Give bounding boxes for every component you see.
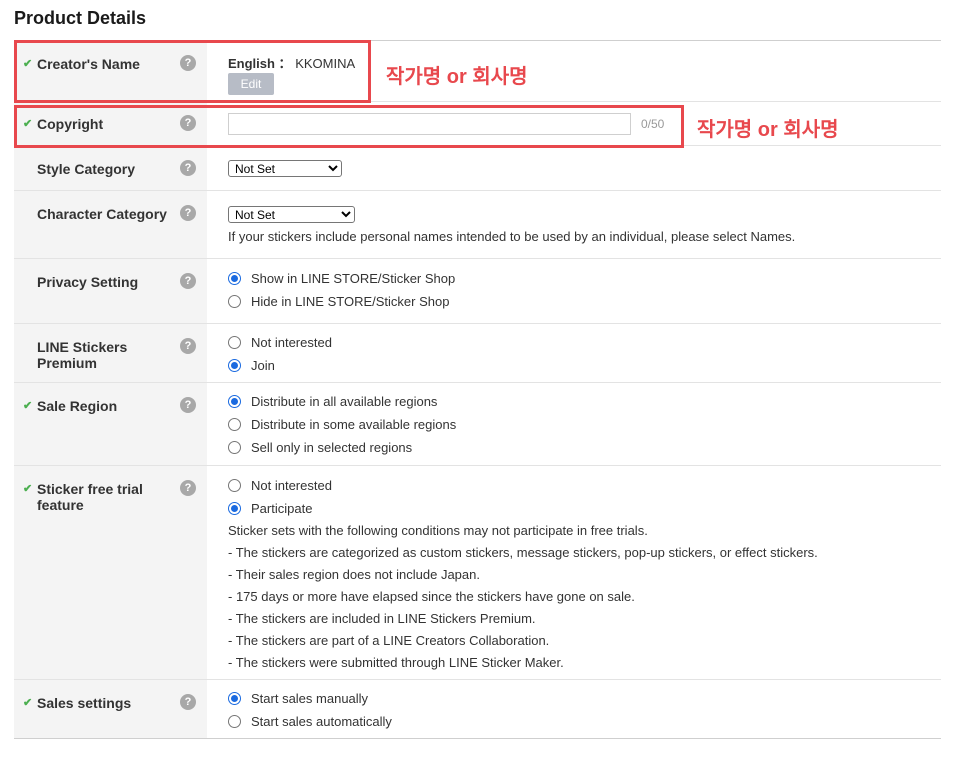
radio-unselected[interactable] xyxy=(228,336,241,349)
character-category-value-cell: Not Set If your stickers include persona… xyxy=(207,191,941,258)
page-title: Product Details xyxy=(14,8,147,28)
style-category-label-cell: Style Category ? xyxy=(14,146,207,190)
free-trial-note: - The stickers are categorized as custom… xyxy=(228,545,818,560)
sales-option-manual[interactable]: Start sales manually xyxy=(228,687,941,710)
privacy-setting-row: Privacy Setting ? Show in LINE STORE/Sti… xyxy=(14,259,941,324)
character-category-label-cell: Character Category ? xyxy=(14,191,207,258)
copyright-highlight-box xyxy=(14,105,684,148)
character-category-select[interactable]: Not Set xyxy=(228,206,355,223)
style-category-value-cell: Not Set xyxy=(207,146,941,190)
free-trial-value-cell: Not interested Participate Sticker sets … xyxy=(207,466,941,679)
sale-region-option-label: Distribute in some available regions xyxy=(251,417,457,432)
style-category-select[interactable]: Not Set xyxy=(228,159,342,177)
question-mark-icon[interactable]: ? xyxy=(180,397,196,413)
sales-option-automatic[interactable]: Start sales automatically xyxy=(228,710,941,733)
premium-row: LINE Stickers Premium ? Not interested J… xyxy=(14,324,941,383)
privacy-option-label: Hide in LINE STORE/Sticker Shop xyxy=(251,294,450,309)
character-category-note: If your stickers include personal names … xyxy=(228,229,796,244)
premium-option-label: Join xyxy=(251,358,275,373)
premium-option-join[interactable]: Join xyxy=(228,354,941,377)
check-icon: ✔ xyxy=(23,483,33,495)
sale-region-value-cell: Distribute in all available regions Dist… xyxy=(207,383,941,465)
free-trial-option-participate[interactable]: Participate xyxy=(228,497,941,520)
sales-option-label: Start sales automatically xyxy=(251,714,392,729)
sale-region-label-cell: ✔ Sale Region ? xyxy=(14,383,207,465)
radio-unselected[interactable] xyxy=(228,295,241,308)
character-category-row: Character Category ? Not Set If your sti… xyxy=(14,191,941,259)
radio-selected[interactable] xyxy=(228,502,241,515)
sale-region-option-label: Distribute in all available regions xyxy=(251,394,438,409)
privacy-setting-label-cell: Privacy Setting ? xyxy=(14,259,207,323)
premium-label-cell: LINE Stickers Premium ? xyxy=(14,324,207,382)
free-trial-option-not-interested[interactable]: Not interested xyxy=(228,474,941,497)
free-trial-note: - The stickers were submitted through LI… xyxy=(228,655,564,670)
radio-selected[interactable] xyxy=(228,272,241,285)
question-mark-icon[interactable]: ? xyxy=(180,273,196,289)
radio-selected[interactable] xyxy=(228,359,241,372)
privacy-option-label: Show in LINE STORE/Sticker Shop xyxy=(251,271,456,286)
free-trial-note: - The stickers are included in LINE Stic… xyxy=(228,611,536,626)
privacy-setting-value-cell: Show in LINE STORE/Sticker Shop Hide in … xyxy=(207,259,941,323)
question-mark-icon[interactable]: ? xyxy=(180,694,196,710)
sales-settings-value-cell: Start sales manually Start sales automat… xyxy=(207,680,941,738)
radio-unselected[interactable] xyxy=(228,441,241,454)
free-trial-note: - The stickers are part of a LINE Creato… xyxy=(228,633,550,648)
free-trial-option-label: Not interested xyxy=(251,478,332,493)
question-mark-icon[interactable]: ? xyxy=(180,480,196,496)
check-icon: ✔ xyxy=(23,400,33,412)
free-trial-note: Sticker sets with the following conditio… xyxy=(228,523,648,538)
check-icon: ✔ xyxy=(23,697,33,709)
sale-region-option-some[interactable]: Distribute in some available regions xyxy=(228,413,941,436)
free-trial-label-line2: feature xyxy=(37,497,84,513)
privacy-option-hide[interactable]: Hide in LINE STORE/Sticker Shop xyxy=(228,290,941,313)
premium-value-cell: Not interested Join xyxy=(207,324,941,382)
radio-unselected[interactable] xyxy=(228,715,241,728)
sale-region-option-selected[interactable]: Sell only in selected regions xyxy=(228,436,941,459)
premium-label-line2: Premium xyxy=(37,355,97,371)
sales-settings-label-cell: ✔ Sales settings ? xyxy=(14,680,207,738)
creator-annotation-text: 작가명 or 회사명 xyxy=(386,66,528,88)
free-trial-note: - Their sales region does not include Ja… xyxy=(228,567,480,582)
sales-settings-row: ✔ Sales settings ? Start sales manually … xyxy=(14,680,941,739)
privacy-option-show[interactable]: Show in LINE STORE/Sticker Shop xyxy=(228,267,941,290)
copyright-annotation-text: 작가명 or 회사명 xyxy=(697,119,839,141)
free-trial-note: - 175 days or more have elapsed since th… xyxy=(228,589,635,604)
radio-unselected[interactable] xyxy=(228,479,241,492)
radio-selected[interactable] xyxy=(228,395,241,408)
radio-selected[interactable] xyxy=(228,692,241,705)
sale-region-row: ✔ Sale Region ? Distribute in all availa… xyxy=(14,383,941,466)
sales-option-label: Start sales manually xyxy=(251,691,369,706)
free-trial-option-label: Participate xyxy=(251,501,313,516)
question-mark-icon[interactable]: ? xyxy=(180,205,196,221)
creators-name-highlight-box xyxy=(14,40,371,103)
radio-unselected[interactable] xyxy=(228,418,241,431)
free-trial-row: ✔ Sticker free trial feature ? Not inter… xyxy=(14,466,941,680)
sale-region-option-all[interactable]: Distribute in all available regions xyxy=(228,390,941,413)
sale-region-option-label: Sell only in selected regions xyxy=(251,440,413,455)
style-category-row: Style Category ? Not Set xyxy=(14,146,941,191)
question-mark-icon[interactable]: ? xyxy=(180,338,196,354)
premium-option-not-interested[interactable]: Not interested xyxy=(228,331,941,354)
premium-option-label: Not interested xyxy=(251,335,332,350)
free-trial-label-cell: ✔ Sticker free trial feature ? xyxy=(14,466,207,679)
question-mark-icon[interactable]: ? xyxy=(180,160,196,176)
